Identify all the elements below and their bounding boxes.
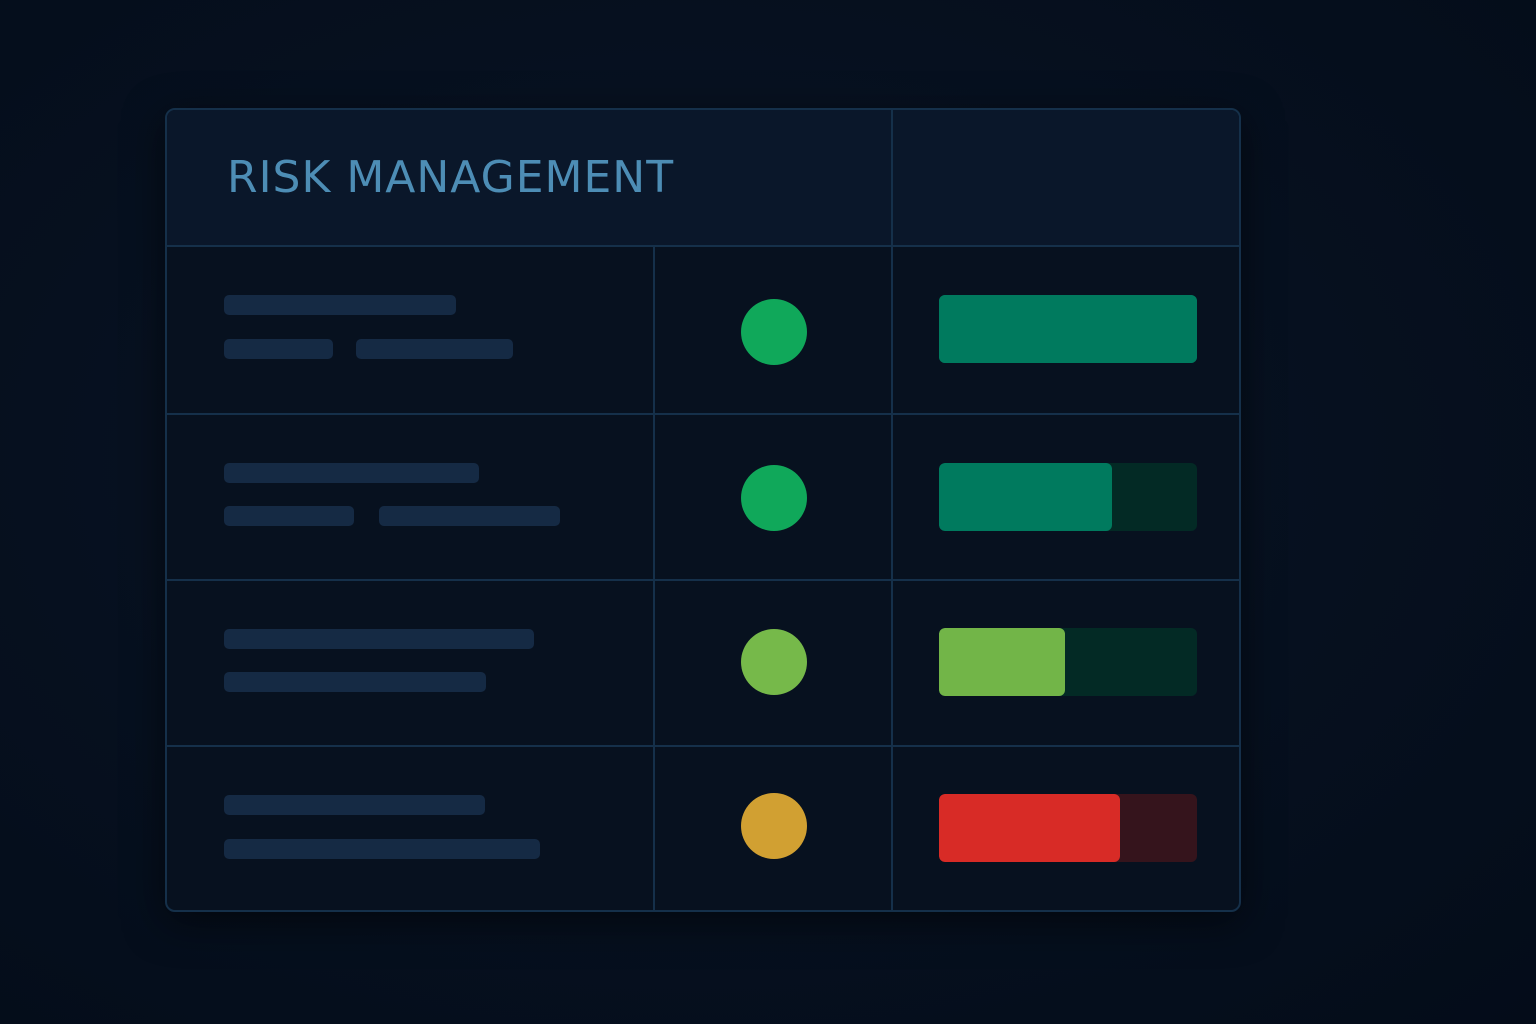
risk-level-bar	[939, 463, 1197, 531]
table-row[interactable]	[167, 415, 1239, 581]
table-row[interactable]	[167, 747, 1239, 910]
text-placeholder-line	[224, 463, 479, 483]
panel-title: RISK MANAGEMENT	[227, 152, 675, 203]
risk-level-fill	[939, 295, 1197, 363]
row-text-cell	[167, 747, 655, 910]
text-placeholder-line	[224, 839, 540, 859]
risk-level-fill	[939, 628, 1066, 696]
row-status-cell	[655, 747, 893, 910]
row-text-cell	[167, 247, 655, 413]
header-empty-cell	[893, 110, 1239, 245]
status-indicator	[741, 629, 807, 695]
text-placeholder-line	[224, 795, 485, 815]
text-placeholder-line	[224, 629, 534, 649]
text-placeholder-line	[224, 295, 456, 315]
status-indicator	[741, 465, 807, 531]
text-placeholder-line	[356, 339, 513, 359]
table-row[interactable]	[167, 247, 1239, 415]
header-title-cell: RISK MANAGEMENT	[167, 110, 893, 245]
background: RISK MANAGEMENT	[0, 0, 1536, 1024]
row-status-cell	[655, 581, 893, 745]
risk-management-panel: RISK MANAGEMENT	[165, 108, 1241, 912]
risk-level-fill	[939, 463, 1112, 531]
row-risk-bar-cell	[893, 581, 1239, 745]
row-risk-bar-cell	[893, 247, 1239, 413]
row-risk-bar-cell	[893, 747, 1239, 910]
text-placeholder-line	[379, 506, 560, 526]
risk-level-fill	[939, 794, 1120, 862]
text-placeholder-line	[224, 672, 486, 692]
text-placeholder-line	[224, 506, 354, 526]
status-indicator	[741, 299, 807, 365]
risk-level-bar	[939, 628, 1197, 696]
row-status-cell	[655, 247, 893, 413]
row-text-cell	[167, 581, 655, 745]
risk-level-bar	[939, 295, 1197, 363]
table-row[interactable]	[167, 581, 1239, 747]
status-indicator	[741, 793, 807, 859]
text-placeholder-line	[224, 339, 333, 359]
panel-header: RISK MANAGEMENT	[167, 110, 1239, 247]
row-status-cell	[655, 415, 893, 579]
risk-level-bar	[939, 794, 1197, 862]
row-risk-bar-cell	[893, 415, 1239, 579]
row-text-cell	[167, 415, 655, 579]
